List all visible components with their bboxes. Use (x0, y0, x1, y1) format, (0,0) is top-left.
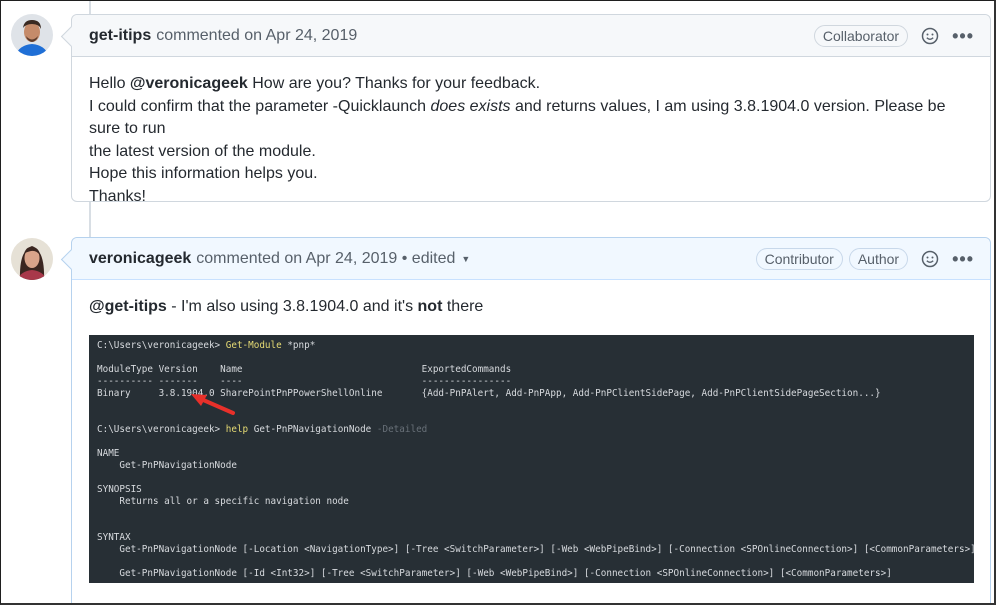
smiley-icon[interactable] (920, 249, 940, 269)
terminal-prompt: C:\Users\veronicageek> (97, 339, 226, 351)
comment-header: get-itips commented on Apr 24, 2019 Coll… (72, 15, 990, 57)
terminal-command: Get-Module (225, 339, 282, 351)
comment-header: veronicageek commented on Apr 24, 2019 •… (72, 238, 990, 280)
terminal-table-header: ModuleType Version Name ExportedCommands (97, 363, 512, 375)
terminal-flag: -Detailed (376, 423, 428, 435)
comment-line: I could confirm that the parameter -Quic… (89, 97, 946, 138)
comment-veronicageek: veronicageek commented on Apr 24, 2019 •… (60, 237, 991, 603)
terminal-section-value: Get-PnPNavigationNode (97, 459, 237, 471)
terminal-section-label: SYNTAX (97, 531, 131, 543)
page-frame: get-itips commented on Apr 24, 2019 Coll… (0, 0, 996, 605)
terminal-arg: Get-PnPNavigationNode (248, 423, 377, 435)
kebab-horizontal-icon[interactable]: ••• (952, 27, 974, 45)
kebab-horizontal-icon[interactable]: ••• (952, 250, 974, 268)
terminal-arg: *pnp* (281, 339, 316, 351)
terminal-command: help (225, 423, 249, 435)
comment-body: @get-itips - I'm also using 3.8.1904.0 a… (72, 280, 990, 599)
terminal-screenshot: C:\Users\veronicageek> Get-Module *pnp* … (89, 334, 976, 583)
comment-line: the latest version of the module. (89, 142, 316, 160)
mention-link[interactable]: @get-itips (89, 298, 167, 315)
avatar-get-itips[interactable] (11, 14, 53, 56)
terminal-syntax-line: Get-PnPNavigationNode [-Location <Naviga… (97, 543, 976, 555)
terminal-section-label: SYNOPSIS (97, 483, 142, 495)
comment-line: Thanks! (89, 187, 146, 205)
author-badge: Author (848, 247, 909, 270)
terminal-section-label: NAME (97, 447, 120, 459)
comment-get-itips: get-itips commented on Apr 24, 2019 Coll… (60, 14, 991, 205)
avatar-woman-icon (11, 238, 53, 280)
terminal-prompt: C:\Users\veronicageek> (97, 423, 226, 435)
comment-timestamp[interactable]: commented on Apr 24, 2019 • edited (196, 250, 455, 268)
comment-line: Hello @veronicageek How are you? Thanks … (89, 75, 541, 92)
mention-link[interactable]: @veronicageek (130, 75, 248, 92)
triangle-down-icon[interactable]: ▼ (461, 254, 470, 264)
avatar-man-icon (11, 14, 53, 56)
comment-author[interactable]: get-itips (89, 27, 151, 45)
red-arrow-icon (191, 393, 235, 415)
collaborator-badge: Collaborator (813, 24, 909, 47)
smiley-icon[interactable] (920, 26, 940, 46)
terminal-syntax-line: Get-PnPNavigationNode [-Id <Int32>] [-Tr… (97, 567, 892, 579)
contributor-badge: Contributor (755, 247, 843, 270)
terminal-table-rule: ---------- ------- ---- ---------------- (97, 375, 512, 387)
comment-author[interactable]: veronicageek (89, 250, 191, 268)
avatar-veronicageek[interactable] (11, 238, 53, 280)
comment-line: @get-itips - I'm also using 3.8.1904.0 a… (89, 298, 484, 315)
comment-line: Hope this information helps you. (89, 165, 318, 182)
comment-body: Hello @veronicageek How are you? Thanks … (72, 57, 990, 224)
comment-timestamp[interactable]: commented on Apr 24, 2019 (156, 27, 357, 45)
terminal-section-value: Returns all or a specific navigation nod… (97, 495, 349, 507)
